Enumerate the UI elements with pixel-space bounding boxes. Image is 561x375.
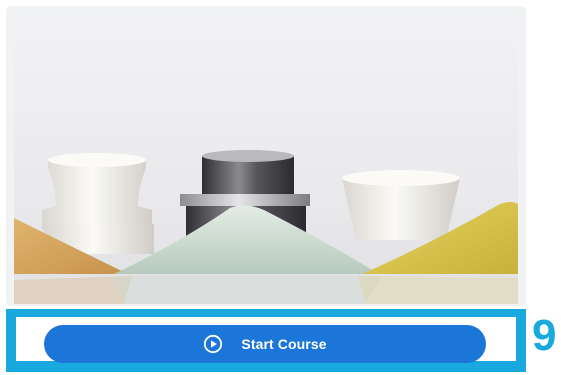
ceramic-part-right	[342, 170, 460, 240]
ceramic-part-left	[42, 153, 154, 254]
start-course-container: Start Course	[16, 317, 516, 363]
step-number-badge: 9	[532, 311, 557, 360]
course-card	[6, 6, 526, 306]
start-course-button[interactable]: Start Course	[44, 325, 486, 363]
play-circle-icon	[203, 334, 223, 354]
start-course-label: Start Course	[241, 336, 327, 352]
start-course-bar: Start Course	[6, 309, 526, 372]
course-thumbnail-image	[14, 18, 518, 304]
